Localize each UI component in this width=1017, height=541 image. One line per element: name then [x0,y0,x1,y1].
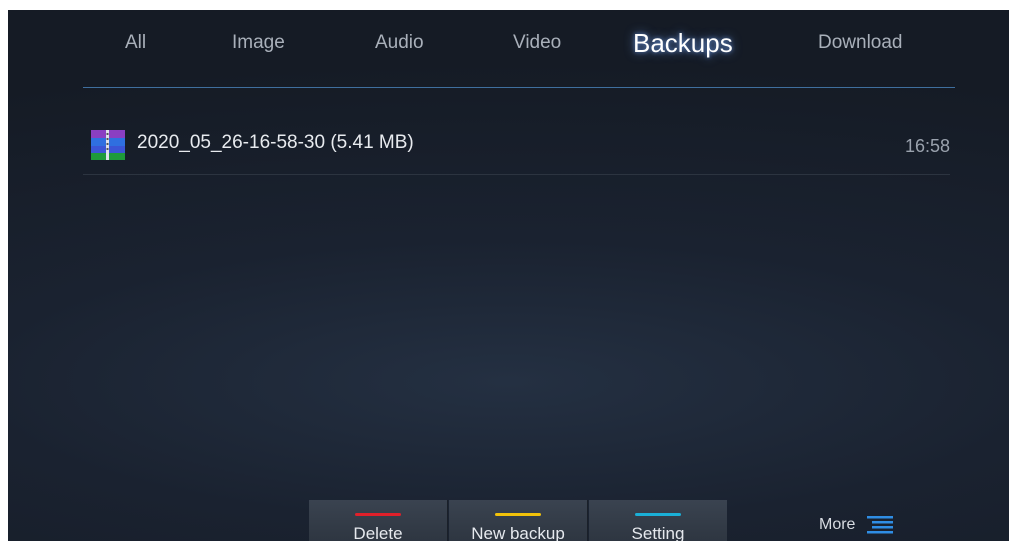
file-time: 16:58 [904,136,950,156]
red-key-indicator [355,513,401,516]
tab-image[interactable]: Image [232,32,285,54]
action-bar: Delete New backup Setting [309,500,727,541]
tab-audio[interactable]: Audio [375,32,424,54]
file-manager-screen: All Image Audio Video Backups Download 2… [8,10,1009,541]
setting-label: Setting [631,524,685,541]
file-name: 2020_05_26-16-58-30 (5.41 MB) [137,132,414,153]
tab-backups[interactable]: Backups [633,28,733,59]
delete-button[interactable]: Delete [309,500,448,541]
archive-icon [91,130,125,160]
new-backup-button[interactable]: New backup [449,500,588,541]
delete-label: Delete [353,524,403,541]
new-backup-label: New backup [471,524,565,541]
category-tabs: All Image Audio Video Backups Download [8,10,1009,80]
setting-button[interactable]: Setting [589,500,727,541]
file-list-item[interactable]: 2020_05_26-16-58-30 (5.41 MB) 16:58 [83,122,950,175]
tab-video[interactable]: Video [513,32,561,54]
more-label: More [819,516,856,533]
blue-key-indicator [635,513,681,516]
yellow-key-indicator [495,513,541,516]
menu-lines-icon [867,516,893,534]
tab-download[interactable]: Download [818,32,903,54]
tabs-divider [83,87,955,88]
tab-all[interactable]: All [125,32,146,54]
